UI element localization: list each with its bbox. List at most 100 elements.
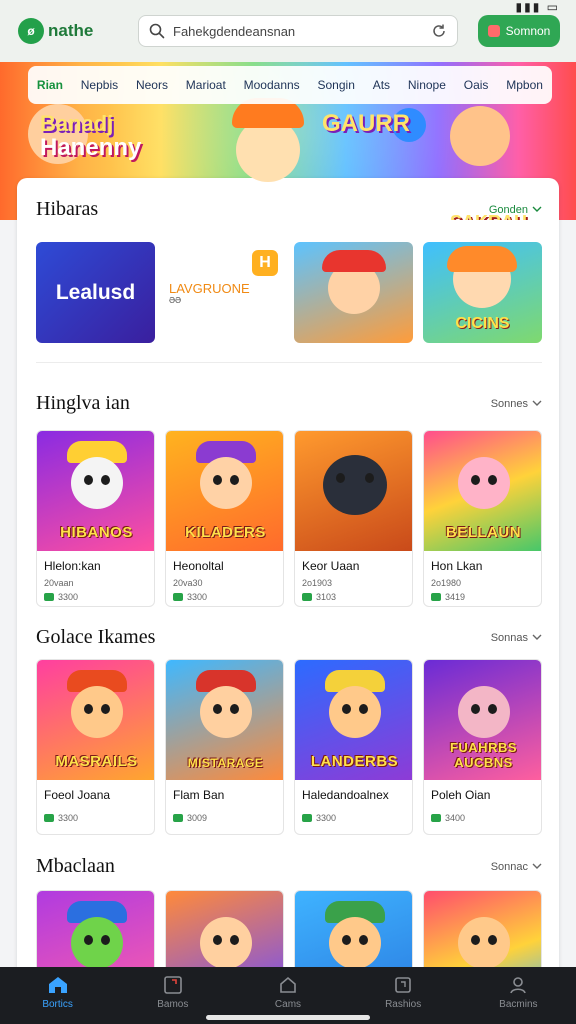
mascot-face-illustration xyxy=(322,455,387,515)
thumbnail-title: BELLAUN xyxy=(445,524,522,541)
game-card[interactable] xyxy=(294,890,413,978)
see-more-label: Sonnac xyxy=(490,860,528,873)
section-divider xyxy=(36,362,542,363)
category-bar: Rian Nepbis Neors Marioat Moodanns Songi… xyxy=(28,66,552,104)
game-thumbnail: HIBANOS xyxy=(37,431,154,551)
banner-title-line: Banadj xyxy=(40,111,114,136)
section-header-more: Mbaclaan Sonnac xyxy=(36,855,542,878)
app-logo[interactable]: ø nathe xyxy=(18,18,128,44)
game-thumbnail xyxy=(295,431,412,551)
game-card[interactable]: FUAHRBS AUCBNS Poleh Oian 3400 xyxy=(423,659,542,835)
category-tab[interactable]: Songin xyxy=(315,74,358,96)
header-action-button[interactable]: Somnon xyxy=(478,15,560,47)
chevron-down-icon xyxy=(532,634,542,640)
game-card[interactable]: LANDERBS Haledandoalnex 3300 xyxy=(294,659,413,835)
check-icon xyxy=(302,593,312,601)
featured-tile-label: LAVGRUONE xyxy=(169,280,250,296)
category-tab[interactable]: Neors xyxy=(133,74,171,96)
game-card[interactable]: HIBANOS Hlelon:kan 20vaan 3300 xyxy=(36,430,155,607)
app-badge-icon xyxy=(487,25,500,37)
featured-tile[interactable]: H LAVGRUONE ƏƏ xyxy=(165,242,284,343)
check-icon xyxy=(173,814,183,822)
game-card[interactable] xyxy=(165,890,284,978)
category-tab[interactable]: Rian xyxy=(34,74,66,96)
popular-games-row: HIBANOS Hlelon:kan 20vaan 3300 KILADERS … xyxy=(36,430,542,607)
game-thumbnail: LANDERBS xyxy=(295,660,412,780)
banner-title-right: SAKRAH xyxy=(450,212,527,220)
see-more-link[interactable]: Sonnes xyxy=(491,398,542,410)
mascot-face-illustration xyxy=(199,686,252,738)
home-indicator[interactable] xyxy=(206,1015,370,1020)
game-card[interactable]: Keor Uaan 2o1903 3103 xyxy=(294,430,413,607)
game-meta: 3300 xyxy=(37,590,154,604)
refresh-icon[interactable] xyxy=(431,23,447,39)
game-name: Foeol Joana xyxy=(44,788,111,802)
nav-item-profile[interactable]: Bacmins xyxy=(473,975,563,1010)
category-tab[interactable]: Oais xyxy=(461,74,492,96)
game-card[interactable] xyxy=(36,890,155,978)
game-meta-text: 20vaan xyxy=(44,578,74,588)
game-name: Hon Lkan xyxy=(431,559,483,573)
featured-tile-label: Lealusd xyxy=(55,280,136,304)
chevron-down-icon xyxy=(532,863,542,869)
category-tab[interactable]: Mpbon xyxy=(503,74,546,96)
rashios-icon xyxy=(395,977,411,993)
game-thumbnail: MASRAILS xyxy=(37,660,154,780)
nav-item-games[interactable]: Bamos xyxy=(128,975,218,1010)
mascot-face-illustration xyxy=(199,917,252,969)
see-more-link[interactable]: Sonnas xyxy=(491,632,542,644)
game-count: 3400 xyxy=(445,813,466,823)
check-icon xyxy=(431,593,441,601)
mascot-face-illustration xyxy=(70,686,123,738)
section-title: Hibaras xyxy=(36,198,99,220)
category-tab[interactable]: Moodanns xyxy=(241,74,303,96)
mascot-illustration xyxy=(447,246,517,272)
see-more-link[interactable]: Sonnac xyxy=(491,861,542,873)
games-icon xyxy=(163,976,182,994)
check-icon xyxy=(173,593,183,601)
game-meta: 3300 xyxy=(295,811,412,825)
nav-item-cams[interactable]: Cams xyxy=(243,975,333,1010)
category-tab[interactable]: Ats xyxy=(370,74,393,96)
nav-label: Bacmins xyxy=(499,999,538,1010)
home-icon xyxy=(48,977,67,993)
featured-tile-sub: ƏƏ xyxy=(169,295,182,305)
game-meta: 3103 xyxy=(295,590,412,604)
game-card[interactable]: MASRAILS Foeol Joana 3300 xyxy=(36,659,155,835)
game-card[interactable]: MISTARAGE Flam Ban 3009 xyxy=(165,659,284,835)
game-meta: 20va30 xyxy=(166,576,283,590)
mascot-illustration xyxy=(450,106,510,166)
category-tab[interactable]: Ninope xyxy=(405,74,449,96)
game-count: 3300 xyxy=(58,813,79,823)
game-thumbnail xyxy=(424,891,541,978)
header-button-label: Somnon xyxy=(505,24,551,38)
featured-tile[interactable]: CICINS xyxy=(423,242,542,343)
game-meta-text: 20va30 xyxy=(173,578,203,588)
game-card[interactable]: KILADERS Heonoltal 20va30 3300 xyxy=(165,430,284,607)
game-card[interactable]: BELLAUN Hon Lkan 2o1980 3419 xyxy=(423,430,542,607)
nav-item-rashios[interactable]: Rashios xyxy=(358,975,448,1010)
game-meta: 2o1903 xyxy=(295,576,412,590)
check-icon xyxy=(44,593,54,601)
cams-icon xyxy=(280,976,296,993)
game-count: 3300 xyxy=(187,592,208,602)
category-tab[interactable]: Nepbis xyxy=(78,74,121,96)
category-tab[interactable]: Marioat xyxy=(183,74,229,96)
mascot-face-illustration xyxy=(328,686,381,738)
nav-item-home[interactable]: Bortics xyxy=(13,975,103,1010)
see-more-label: Sonnas xyxy=(490,631,528,644)
game-meta: 3300 xyxy=(166,590,283,604)
section-title: Hinglva ian xyxy=(36,392,130,414)
game-count: 3009 xyxy=(187,813,208,823)
featured-tile[interactable] xyxy=(294,242,413,343)
game-count: 3300 xyxy=(316,813,337,823)
section-header-new: Golace Ikames Sonnas xyxy=(36,626,542,649)
featured-tile[interactable]: Lealusd xyxy=(36,242,155,343)
mascot-face-illustration xyxy=(457,917,510,969)
search-bar[interactable] xyxy=(138,15,458,47)
mascot-face-illustration xyxy=(70,457,123,509)
game-thumbnail: MISTARAGE xyxy=(166,660,283,780)
game-card[interactable] xyxy=(423,890,542,978)
search-input[interactable] xyxy=(173,23,423,39)
banner-title-line: Hanenny xyxy=(40,134,142,162)
